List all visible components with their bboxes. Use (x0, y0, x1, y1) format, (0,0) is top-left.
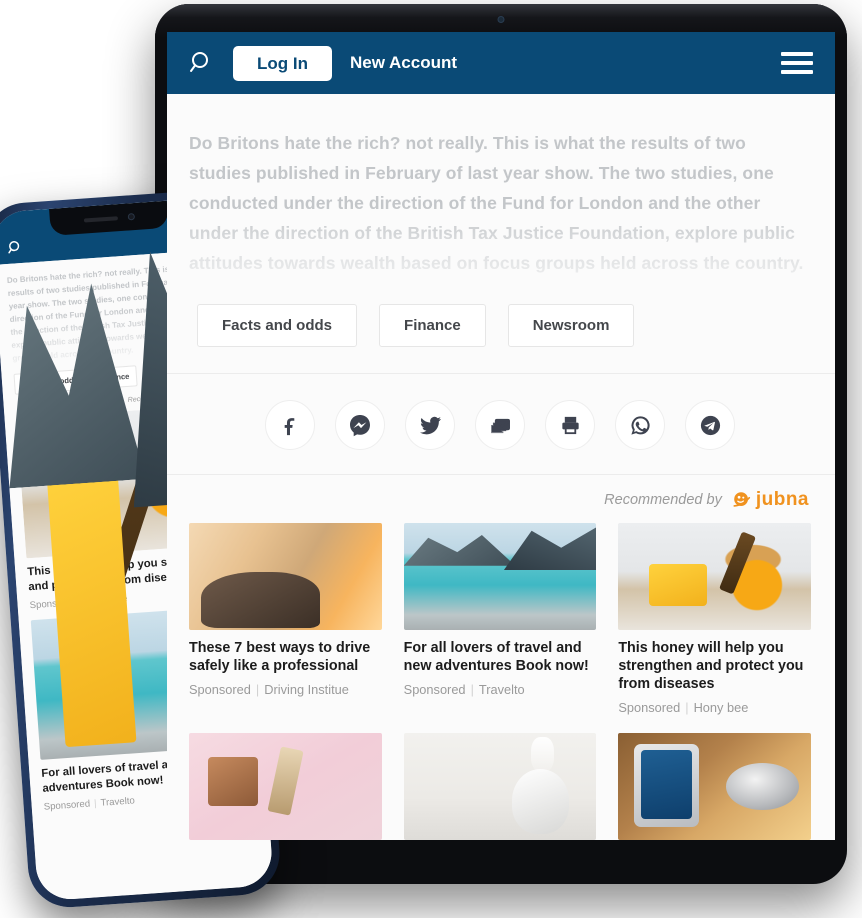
twitter-icon[interactable] (405, 400, 455, 450)
email-icon[interactable] (475, 400, 525, 450)
telegram-icon[interactable] (685, 400, 735, 450)
card-title: For all lovers of travel and new adventu… (403, 640, 589, 674)
messenger-icon[interactable] (335, 400, 385, 450)
new-account-link[interactable]: New Account (350, 53, 457, 73)
card-robot-vacuum[interactable]: Smart floor cleaning machine.. It does a… (618, 733, 811, 840)
tablet-screen: Log In New Account Do Britons hate the r… (167, 32, 835, 840)
card-humidifier[interactable]: Order the evaporator and humidifier soot… (403, 733, 597, 840)
card-image (403, 523, 597, 630)
jubna-mark-icon (733, 492, 750, 507)
search-icon[interactable] (6, 239, 24, 257)
recommended-cards-grid: These 7 best ways to drive safely like a… (189, 523, 811, 840)
card-meta: Sponsored | Driving Institue (189, 682, 349, 697)
card-image (189, 733, 382, 840)
advertiser-name: Travelto (100, 795, 136, 809)
card-drive-safely[interactable]: These 7 best ways to drive safely like a… (189, 523, 382, 715)
card-image (618, 733, 811, 840)
phone-front-camera-icon (127, 213, 135, 221)
sponsored-label: Sponsored (43, 798, 91, 813)
sponsored-label: Sponsored (189, 682, 251, 697)
earpiece-speaker-icon (83, 215, 118, 223)
card-beauty[interactable]: For my lady.. Beauty and skin care servi… (189, 733, 382, 840)
search-icon[interactable] (187, 49, 215, 77)
card-image (618, 523, 811, 630)
whatsapp-icon[interactable] (615, 400, 665, 450)
jubna-logo[interactable]: jubna (731, 489, 809, 511)
print-icon[interactable] (545, 400, 595, 450)
article-body-text: Do Britons hate the rich? not really. Th… (189, 133, 804, 273)
sponsored-label: Sponsored (618, 700, 681, 715)
recommended-by-jubna: Recommended by jubna (189, 475, 811, 523)
social-share-bar (189, 374, 811, 474)
device-mockup-scene: Log In New Account Do Britons hate the r… (0, 0, 862, 918)
login-button[interactable]: Log In (233, 45, 332, 81)
tablet-site-header: Log In New Account (167, 32, 835, 94)
advertiser-name: Hony bee (693, 700, 749, 715)
advertiser-name: Driving Institue (264, 682, 349, 697)
tab-finance[interactable]: Finance (379, 304, 486, 347)
advertiser-name: Travelto (478, 682, 525, 697)
tablet-page-body: Do Britons hate the rich? not really. Th… (167, 94, 835, 840)
tab-facts-and-odds[interactable]: Facts and odds (197, 304, 358, 347)
category-tabs: Facts and odds Finance Newsroom (189, 304, 811, 347)
recommended-by-label: Recommended by (604, 492, 722, 508)
tablet-front-camera-icon (497, 16, 505, 23)
card-meta: Sponsored | Travelto (403, 682, 525, 697)
hamburger-menu-icon[interactable] (781, 52, 813, 74)
card-honey[interactable]: This honey will help you strengthen and … (618, 523, 811, 715)
card-image (189, 523, 382, 630)
tablet-device: Log In New Account Do Britons hate the r… (155, 4, 847, 884)
card-meta: Sponsored|Hony bee (618, 700, 749, 715)
card-title: These 7 best ways to drive safely like a… (189, 640, 371, 674)
card-title: This honey will help you strengthen and … (618, 640, 804, 692)
facebook-icon[interactable] (265, 400, 315, 450)
jubna-wordmark: jubna (755, 489, 809, 510)
card-travel[interactable]: For all lovers of travel and new adventu… (403, 523, 597, 715)
card-image (403, 733, 597, 840)
sponsored-label: Sponsored (403, 682, 466, 697)
tab-newsroom[interactable]: Newsroom (507, 304, 635, 347)
